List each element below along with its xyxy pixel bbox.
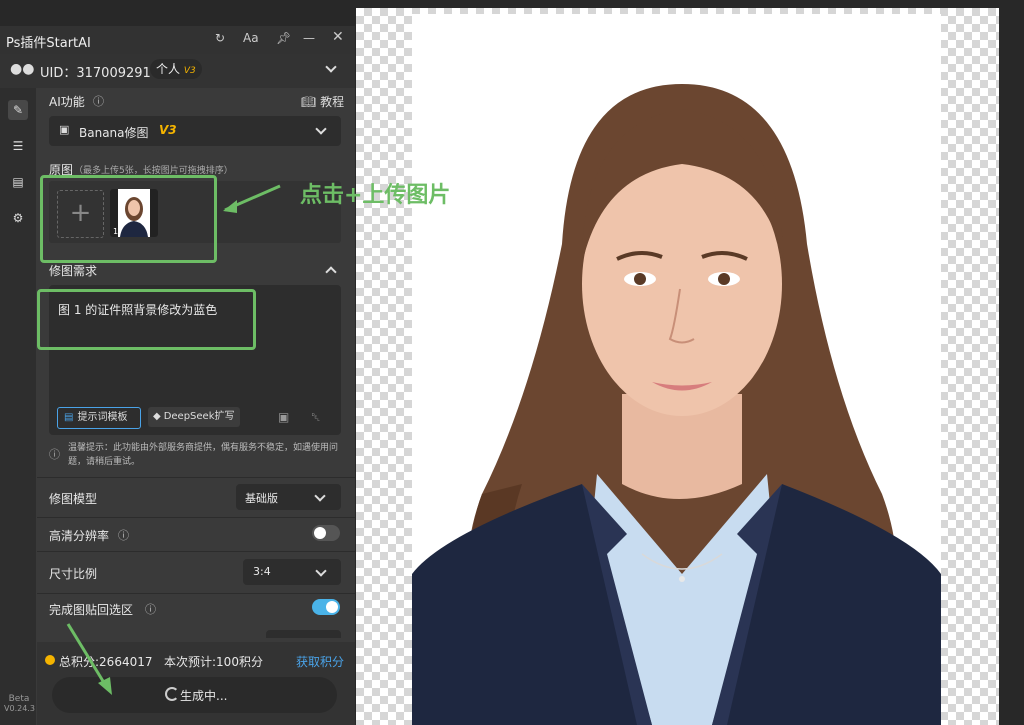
spinner-icon (165, 687, 179, 701)
deepseek-label: DeepSeek扩写 (163, 411, 235, 422)
model-label: 修图模型 (49, 492, 98, 506)
chevron-down-icon (315, 123, 327, 135)
ai-function-value: Banana修图 (79, 126, 149, 140)
plan-version: V3 (183, 66, 196, 76)
annotation-box-upload (40, 175, 217, 263)
book-icon: ▤ (64, 412, 74, 423)
edit-label: 修图需求 (49, 264, 98, 278)
portrait-photo (412, 14, 941, 725)
user-bar: ●● UID：317009291 个人 V3 (0, 54, 355, 88)
template-label: 提示词模板 (77, 412, 128, 423)
title-bar: Ps插件StartAI ↻ Aa 📌︎ — ✕ (0, 26, 355, 54)
uid-label: UID：317009291 (40, 66, 151, 81)
model-value: 基础版 (245, 492, 278, 505)
pin-icon[interactable]: 📌︎ (276, 31, 291, 45)
hd-toggle[interactable] (312, 525, 340, 541)
users-icon: ●● (10, 61, 35, 77)
sidebar: ✎ ☰ ▤ ⚙ Beta V0.24.3 (0, 88, 36, 725)
whale-icon: ◆ (153, 411, 161, 422)
window-title: Ps插件StartAI (6, 36, 91, 51)
chevron-down-icon[interactable] (325, 61, 337, 73)
tutorial-label: 教程 (320, 95, 345, 109)
ratio-select[interactable]: 3:4 (243, 559, 341, 585)
ratio-label: 尺寸比例 (49, 567, 98, 581)
cost-points: 本次预计:100积分 (164, 655, 263, 669)
ai-function-version: V3 (159, 123, 177, 137)
deepseek-button[interactable]: ◆ DeepSeek扩写 (148, 407, 240, 427)
ai-function-select[interactable]: ▣ Banana修图 V3 (49, 116, 341, 146)
ai-function-label: AI功能 (49, 95, 85, 109)
chevron-down-icon (315, 565, 327, 577)
notice-text: 温馨提示：此功能由外部服务商提供，偶有服务不稳定，如遇使用问题，请稍后重试。 (68, 443, 339, 467)
annotation-box-prompt (37, 289, 256, 350)
info-icon[interactable]: ⓘ (145, 601, 156, 617)
tutorial-link[interactable]: 📖︎ 教程 (301, 93, 344, 110)
info-icon[interactable]: ⓘ (118, 527, 129, 543)
info-icon[interactable]: ⓘ (93, 93, 104, 109)
beta-label: Beta (8, 694, 30, 704)
history-icon[interactable]: ▣ (278, 410, 289, 424)
generate-label: 生成中... (180, 689, 228, 703)
annotation-arrow-icon (66, 623, 112, 695)
trash-icon[interactable]: ␡ (311, 410, 321, 425)
paste-back-toggle[interactable] (312, 599, 340, 615)
annotation-arrow-icon (223, 184, 281, 213)
edit-icon[interactable]: ✎ (8, 100, 28, 120)
plan-name: 个人 (156, 62, 181, 76)
clipboard-icon[interactable]: ▤ (8, 172, 28, 192)
annotation-upload-text: 点击+上传图片 (300, 183, 451, 208)
coin-icon (45, 655, 55, 665)
paste-back-label: 完成图贴回选区 (49, 603, 134, 617)
image-icon: ▣ (59, 123, 70, 136)
gear-icon[interactable]: ⚙ (8, 208, 28, 228)
hd-label: 高清分辨率 (49, 529, 110, 543)
version-number: V0.24.3 (4, 704, 35, 713)
model-select[interactable]: 基础版 (236, 484, 341, 510)
chevron-down-icon (314, 490, 326, 502)
layers-icon[interactable]: ☰ (8, 136, 28, 156)
ratio-value: 3:4 (253, 565, 271, 578)
close-icon[interactable]: ✕ (332, 29, 344, 45)
notice-icon: ⓘ (49, 448, 60, 461)
get-points-link[interactable]: 获取积分 (296, 653, 344, 670)
plan-badge: 个人 V3 (150, 59, 202, 79)
refresh-icon[interactable]: ↻ (215, 31, 225, 45)
template-button[interactable]: ▤ 提示词模板 (57, 407, 141, 429)
font-icon[interactable]: Aa (243, 31, 259, 45)
minimize-icon[interactable]: — (303, 31, 315, 45)
